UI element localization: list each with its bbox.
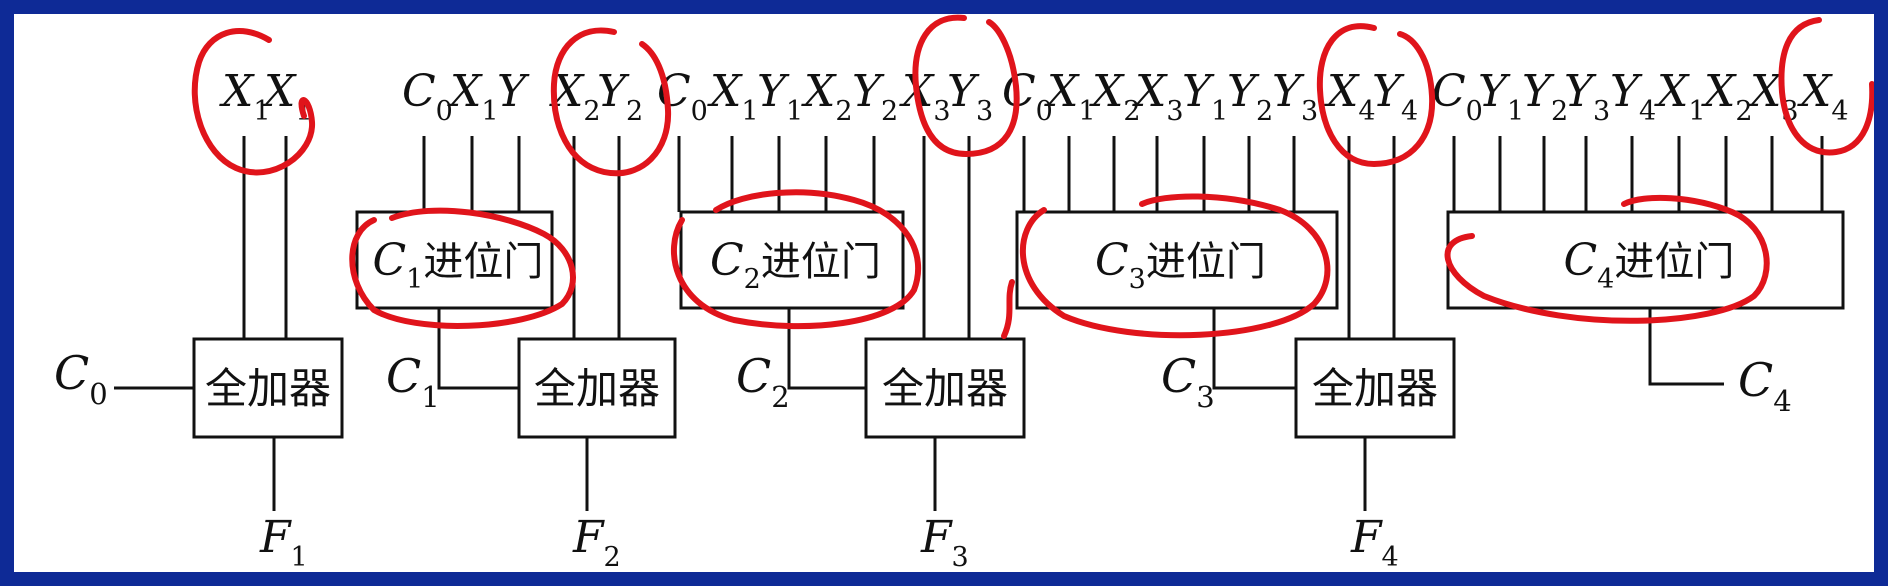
input-label-g5-1: C0 (1432, 66, 1483, 127)
input-label-g3-5: Y2 (852, 66, 898, 127)
red-stroke-mark (1001, 279, 1015, 339)
input-label-g5-7: X2 (1701, 66, 1753, 127)
input-label-g1-1: X1 (219, 66, 271, 127)
diagram-frame: X1 X1 C0 X1 Y X2 Y2 C0 X1 Y1 X2 Y2 X3 Y3 C0 X1 X2 X3 Y1 Y2 Y… (14, 14, 1874, 572)
wires-layer (114, 136, 1824, 511)
input-label-g3-4: X2 (801, 66, 853, 127)
input-label-g2-5: Y2 (597, 66, 643, 127)
carry-label-c1: C1 (386, 349, 440, 414)
input-label-g5-9: X4 (1797, 66, 1849, 127)
full-adder-label-4: 全加器 (1312, 364, 1438, 413)
input-label-g4-6: Y2 (1227, 66, 1273, 127)
carry-label-c3: C3 (1161, 349, 1215, 414)
input-label-g4-3: X2 (1089, 66, 1141, 127)
input-label-g2-1: C0 (402, 66, 453, 127)
input-label-g3-3: Y1 (757, 66, 803, 127)
input-label-g5-2: Y1 (1478, 66, 1524, 127)
input-label-g2-2: X1 (447, 66, 499, 127)
output-label-f2: F2 (572, 512, 621, 572)
carry-label-c2: C2 (736, 349, 790, 414)
carry-lookahead-adder-diagram: X1X1 C0X1Y X2Y2 C0 X1Y1 X2 Y2 X3Y3 C0X1X2X3Y1Y2Y… (54, 14, 1874, 572)
input-label-g2-3: Y (497, 66, 530, 117)
output-label-f3: F3 (920, 512, 969, 572)
carry-label-c4: C4 (1738, 353, 1792, 418)
input-label-g4-7: Y3 (1272, 66, 1318, 127)
input-label-g3-7: Y3 (947, 66, 993, 127)
output-label-f4: F4 (1350, 512, 1399, 572)
input-label-g3-2: X1 (707, 66, 759, 127)
full-adder-label-2: 全加器 (534, 364, 660, 413)
input-label-g4-5: Y1 (1182, 66, 1228, 127)
input-label-g5-6: X1 (1654, 66, 1706, 127)
full-adder-label-1: 全加器 (205, 364, 331, 413)
full-adder-label-3: 全加器 (882, 364, 1008, 413)
input-label-g5-3: Y2 (1522, 66, 1568, 127)
input-label-g4-9: Y4 (1372, 66, 1418, 127)
carry-label-c0: C0 (54, 346, 108, 411)
input-label-g5-5: Y4 (1610, 66, 1656, 127)
input-label-g4-8: X4 (1324, 66, 1376, 127)
input-label-g5-8: X3 (1747, 66, 1799, 127)
input-label-g4-1: C0 (1002, 66, 1053, 127)
input-label-g5-4: Y3 (1564, 66, 1610, 127)
output-label-f1: F1 (259, 512, 308, 572)
